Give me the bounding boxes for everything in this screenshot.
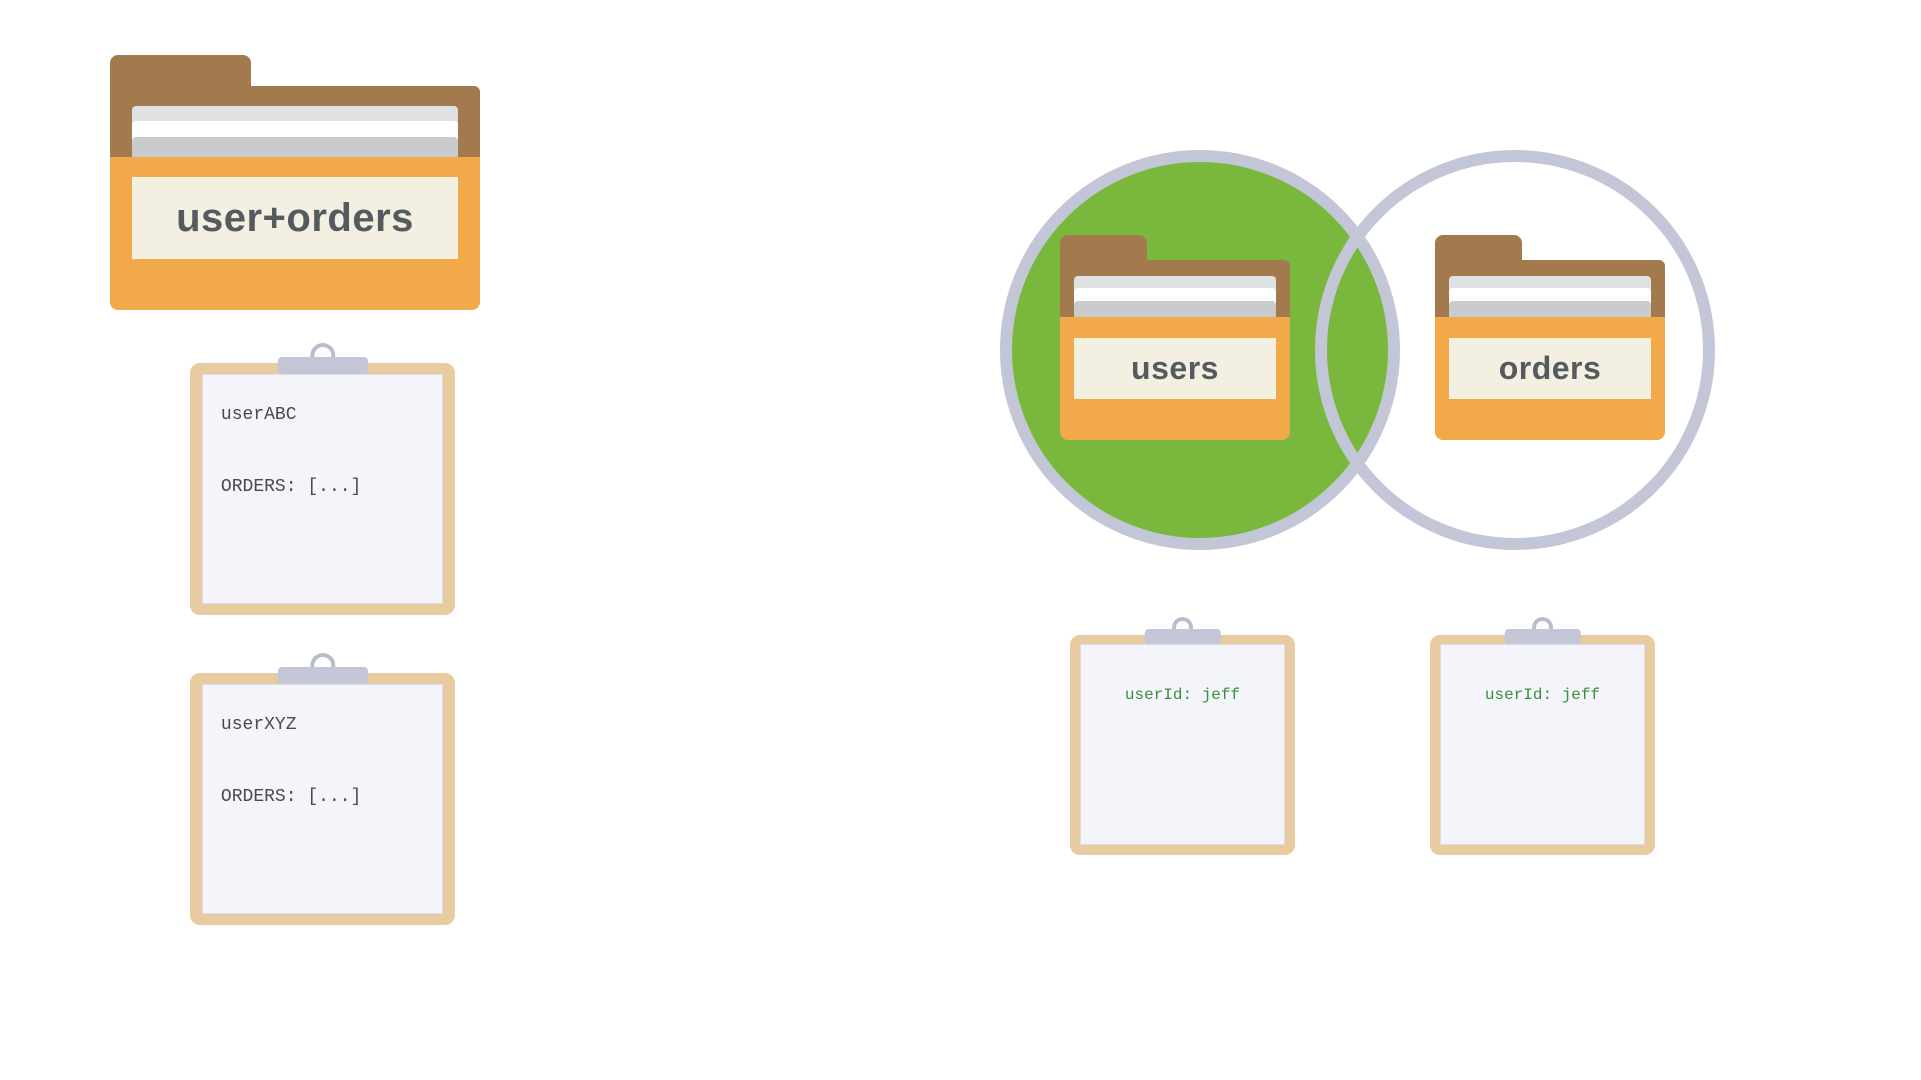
clipboard-orders-doc: userId: jeff [1430, 610, 1655, 855]
folder-orders: orders [1435, 235, 1665, 440]
clipboard-user-xyz: userXYZ ORDERS: [...] [190, 645, 455, 925]
folder-label: user+orders [132, 177, 458, 259]
clipboard-page: userId: jeff [1440, 644, 1645, 845]
clipboard-page: userId: jeff [1080, 644, 1285, 845]
clipboard-clip-icon [1144, 617, 1221, 644]
folder-users: users [1060, 235, 1290, 440]
clipboard-user-abc: userABC ORDERS: [...] [190, 335, 455, 615]
clipboard-page: userABC ORDERS: [...] [202, 374, 443, 604]
clipboard-clip-icon [277, 653, 367, 684]
clipboard-clip-icon [277, 343, 367, 374]
folder-label: users [1074, 338, 1276, 400]
clipboard-users-doc: userId: jeff [1070, 610, 1295, 855]
folder-user-orders: user+orders [110, 55, 480, 310]
folder-label: orders [1449, 338, 1651, 400]
clipboard-clip-icon [1504, 617, 1581, 644]
diagram-stage: user+orders userABC ORDERS: [...] userXY… [0, 0, 1921, 1080]
clipboard-page: userXYZ ORDERS: [...] [202, 684, 443, 914]
